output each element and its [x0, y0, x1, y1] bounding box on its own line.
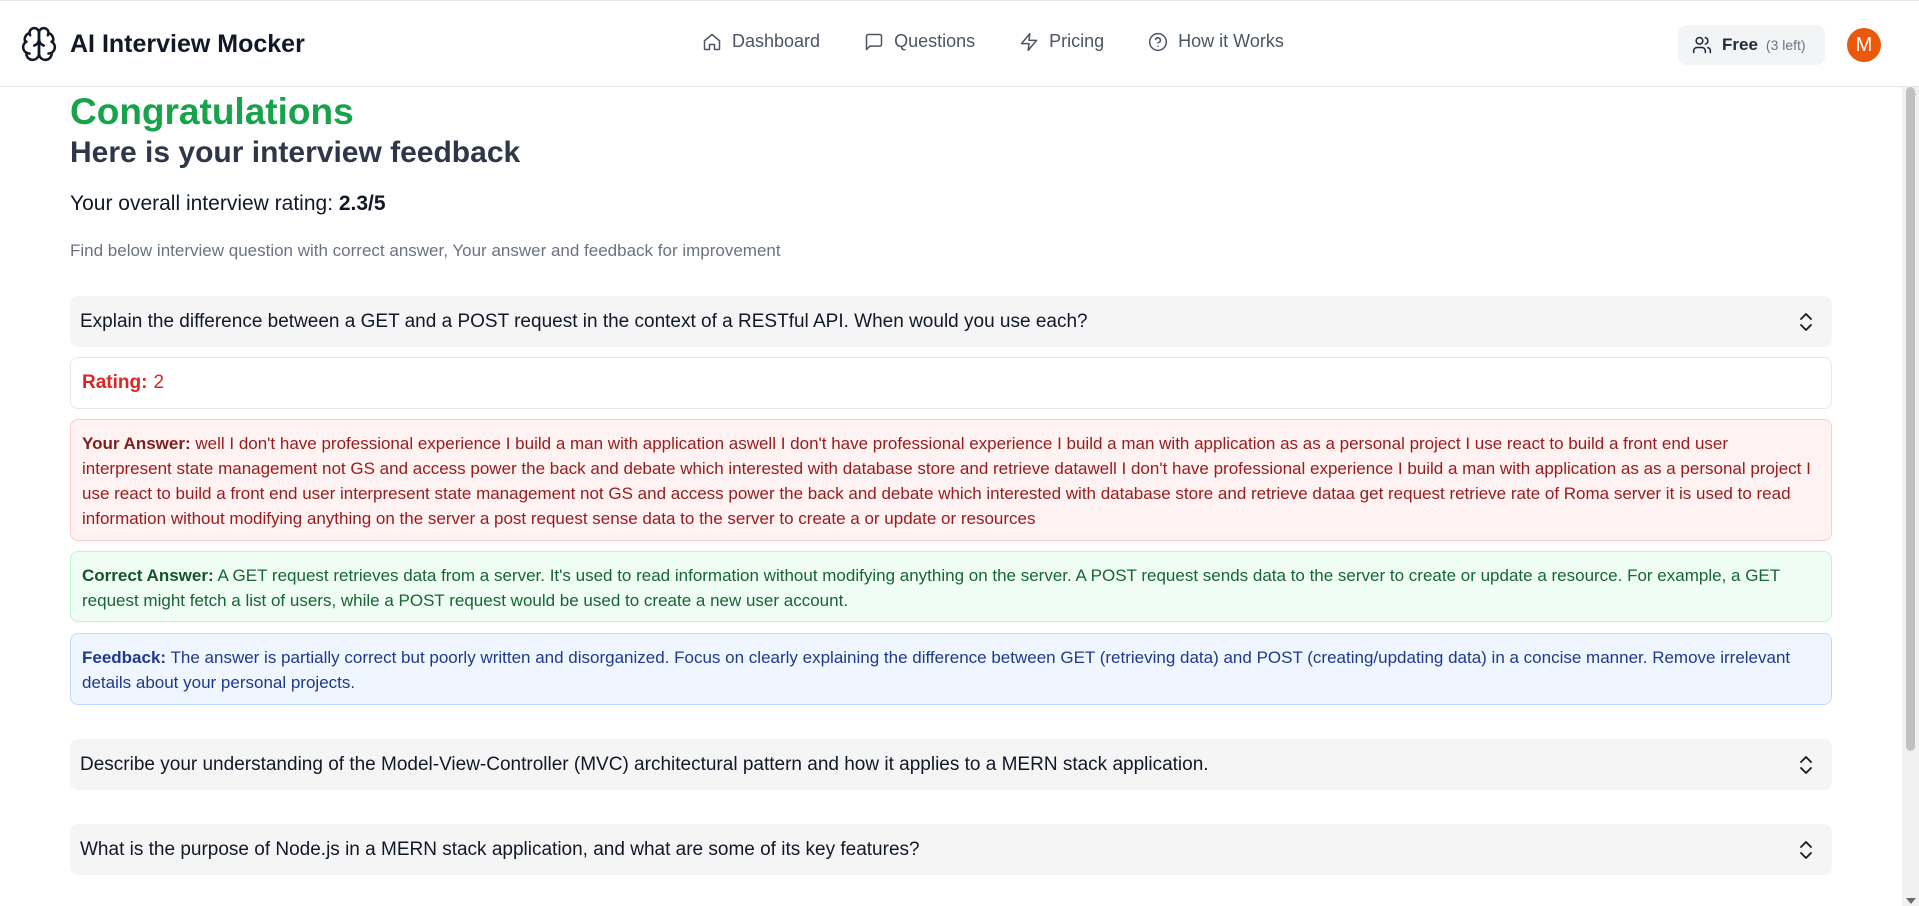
overall-rating-label: Your overall interview rating:: [70, 192, 339, 215]
nav-pricing-label: Pricing: [1049, 31, 1105, 51]
scroll-down-arrow-icon[interactable]: [1906, 898, 1916, 904]
chevrons-up-down-icon: [1800, 756, 1812, 774]
nav-pricing[interactable]: Pricing: [1019, 31, 1104, 52]
users-icon: [1692, 36, 1712, 54]
question-text: Describe your understanding of the Model…: [80, 753, 1209, 775]
feedback-box: Feedback: The answer is partially correc…: [70, 633, 1832, 705]
your-answer-label: Your Answer:: [82, 434, 191, 453]
brand[interactable]: AI Interview Mocker: [20, 25, 305, 63]
page-title: Congratulations: [70, 91, 354, 132]
rating-box: Rating: 2: [70, 357, 1832, 409]
nav-questions[interactable]: Questions: [864, 31, 975, 52]
zap-icon: [1020, 32, 1038, 51]
help-circle-icon: [1149, 32, 1168, 51]
correct-answer-box: Correct Answer: A GET request retrieves …: [70, 551, 1832, 622]
scroll-thumb[interactable]: [1906, 87, 1915, 751]
plan-remaining: (3 left): [1765, 37, 1806, 53]
rating-label: Rating:: [82, 372, 148, 393]
rating-value: 2: [153, 372, 165, 393]
question-toggle[interactable]: Describe your understanding of the Model…: [70, 739, 1832, 790]
your-answer-box: Your Answer: well I don't have professio…: [70, 419, 1832, 541]
overall-rating: Your overall interview rating: 2.3/5: [70, 192, 386, 216]
overall-rating-value: 2.3/5: [338, 192, 386, 215]
nav-questions-label: Questions: [894, 31, 976, 51]
question-toggle[interactable]: Explain the difference between a GET and…: [70, 296, 1832, 347]
plan-badge[interactable]: Free (3 left): [1678, 25, 1825, 65]
nav-dashboard-label: Dashboard: [732, 31, 821, 51]
correct-answer-label: Correct Answer:: [82, 566, 214, 585]
page-subtitle: Here is your interview feedback: [70, 136, 521, 169]
question-text: What is the purpose of Node.js in a MERN…: [80, 838, 920, 860]
correct-answer-text: A GET request retrieves data from a serv…: [82, 566, 1780, 610]
home-icon: [703, 33, 721, 50]
app-name: AI Interview Mocker: [70, 29, 305, 58]
nav-dashboard[interactable]: Dashboard: [702, 31, 820, 52]
feedback-label: Feedback:: [82, 648, 167, 667]
chevrons-up-down-icon: [1800, 841, 1812, 859]
brain-icon: [21, 26, 57, 62]
vertical-scrollbar[interactable]: [1902, 87, 1919, 906]
top-navbar: AI Interview Mocker Dashboard Questions …: [0, 0, 1919, 87]
plan-label: Free: [1722, 35, 1758, 54]
message-square-icon: [865, 33, 883, 50]
nav-how-it-works-label: How it Works: [1178, 31, 1284, 51]
instruction-text: Find below interview question with corre…: [70, 241, 781, 260]
main-nav: Dashboard Questions Pricing How it Works: [702, 31, 1328, 52]
question-toggle[interactable]: What is the purpose of Node.js in a MERN…: [70, 824, 1832, 875]
your-answer-text: well I don't have professional experienc…: [82, 434, 1811, 528]
feedback-text: The answer is partially correct but poor…: [82, 648, 1791, 692]
avatar[interactable]: M: [1847, 28, 1881, 62]
question-text: Explain the difference between a GET and…: [80, 310, 1088, 332]
chevrons-up-down-icon: [1800, 313, 1812, 331]
nav-how-it-works[interactable]: How it Works: [1148, 31, 1284, 52]
